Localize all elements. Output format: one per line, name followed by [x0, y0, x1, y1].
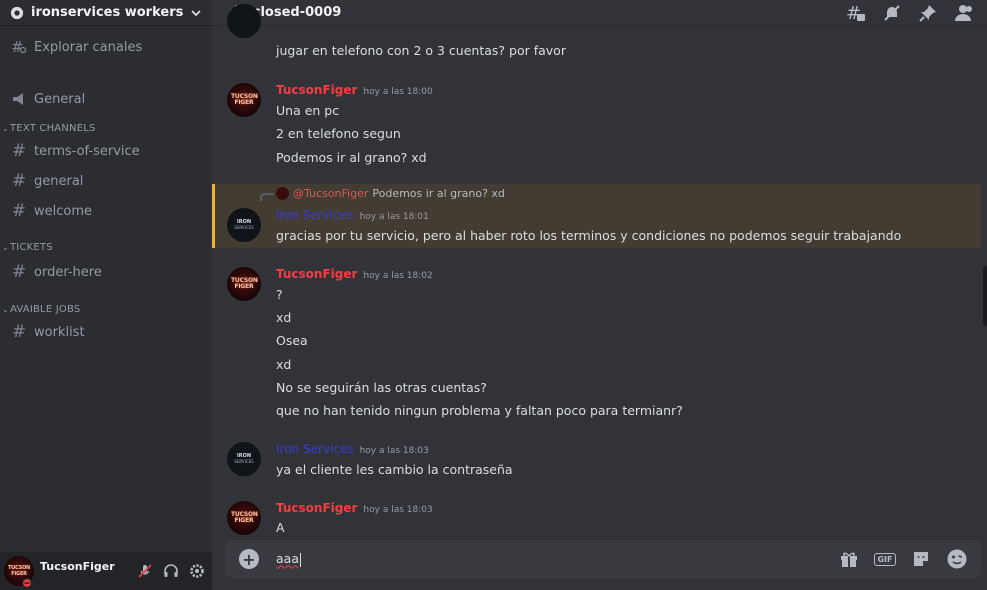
add-attachment-button[interactable]: +: [239, 549, 259, 569]
server-header[interactable]: ironservices workers: [0, 0, 212, 26]
hashtag-icon: #: [11, 140, 27, 161]
avatar: [227, 4, 261, 38]
user-panel: TUCSON FIGER TucsonFiger: [0, 552, 212, 590]
hashtag-search-icon: #: [11, 39, 27, 55]
category-tickets[interactable]: ⌄ TICKETS: [0, 237, 212, 257]
author-name[interactable]: Iron Services: [276, 442, 354, 456]
channel-welcome[interactable]: # welcome: [0, 198, 212, 224]
gear-icon: [10, 6, 24, 19]
category-label: TEXT CHANNELS: [10, 122, 96, 134]
members-icon[interactable]: [951, 0, 977, 26]
muted-mic-icon[interactable]: [134, 560, 156, 582]
explore-label: Explorar canales: [34, 39, 143, 55]
timestamp: hoy a las 18:03: [363, 505, 433, 515]
avatar[interactable]: IRON SERVICES: [227, 442, 261, 476]
channel-label: welcome: [34, 203, 93, 219]
server-name: ironservices workers: [31, 5, 184, 20]
avatar: [276, 187, 289, 200]
reply-reference[interactable]: @TucsonFiger Podemos ir al grano? xd: [276, 187, 505, 200]
scrollbar[interactable]: [981, 26, 987, 536]
message-text: ya el cliente les cambio la contraseña: [276, 462, 513, 477]
channel-general[interactable]: # general: [0, 168, 212, 194]
message-text: xd: [276, 310, 292, 325]
message-text: ?: [276, 287, 283, 302]
author-name[interactable]: TucsonFiger: [276, 501, 357, 515]
channel-label: order-here: [34, 264, 102, 280]
avatar[interactable]: TUCSON FIGER: [4, 556, 34, 588]
megaphone-icon: [11, 91, 27, 107]
channel-label: worklist: [34, 324, 85, 340]
sticker-icon[interactable]: [909, 547, 933, 571]
avatar[interactable]: TUCSON FIGER: [227, 501, 261, 535]
gif-icon[interactable]: GIF: [873, 547, 897, 571]
avatar[interactable]: TUCSON FIGER: [227, 267, 261, 301]
channel-worklist[interactable]: # worklist: [0, 319, 212, 345]
avatar[interactable]: IRON SERVICES: [227, 208, 261, 242]
category-label: TICKETS: [10, 241, 53, 253]
message-text: jugar en telefono con 2 o 3 cuentas? por…: [276, 43, 566, 58]
category-avaible-jobs[interactable]: ⌄ AVAIBLE JOBS: [0, 299, 212, 319]
message-text: que no han tenido ningun problema y falt…: [276, 403, 683, 418]
message-composer[interactable]: + aaa GIF: [225, 540, 981, 578]
explore-channels[interactable]: # Explorar canales: [0, 34, 212, 60]
settings-icon[interactable]: [186, 560, 208, 582]
gift-icon[interactable]: [837, 547, 861, 571]
avatar[interactable]: TUCSON FIGER: [227, 83, 261, 117]
message-text: Podemos ir al grano? xd: [276, 150, 427, 165]
chevron-down-icon: ⌄: [2, 304, 9, 314]
channel-sidebar: ironservices workers # Explorar canales …: [0, 0, 212, 590]
general-announcements[interactable]: General: [0, 86, 212, 112]
timestamp: hoy a las 18:02: [363, 271, 433, 281]
chevron-down-icon[interactable]: [190, 7, 202, 19]
author-name[interactable]: Iron Services: [276, 208, 354, 222]
hashtag-icon: #: [11, 170, 27, 191]
category-label: AVAIBLE JOBS: [10, 303, 81, 315]
channel-title: closed-0009: [252, 5, 342, 20]
dnd-status-icon: [22, 578, 32, 588]
pin-icon[interactable]: [915, 0, 941, 26]
message-text: xd: [276, 357, 292, 372]
channel-terms-of-service[interactable]: # terms-of-service: [0, 138, 212, 164]
general-label: General: [34, 91, 86, 107]
hashtag-icon: #: [11, 261, 27, 282]
channel-order-here[interactable]: # order-here: [0, 259, 212, 285]
chevron-down-icon: ⌄: [2, 123, 9, 133]
emoji-icon[interactable]: [945, 547, 969, 571]
message-text: A: [276, 520, 285, 535]
timestamp: hoy a las 18:03: [359, 446, 429, 456]
chat-area: # closed-0009 # jugar en telefono con 2 …: [212, 0, 987, 590]
message-text: gracias por tu servicio, pero al haber r…: [276, 228, 902, 243]
channel-label: general: [34, 173, 84, 189]
reply-text: Podemos ir al grano? xd: [372, 187, 505, 200]
channel-label: terms-of-service: [34, 143, 140, 159]
author-name[interactable]: TucsonFiger: [276, 267, 357, 281]
threads-icon[interactable]: #: [843, 0, 869, 26]
reply-connector: [260, 193, 274, 201]
category-text-channels[interactable]: ⌄ TEXT CHANNELS: [0, 118, 212, 138]
message-text: 2 en telefono segun: [276, 126, 401, 141]
timestamp: hoy a las 18:00: [363, 87, 433, 97]
message-text: No se seguirán las otras cuentas?: [276, 380, 487, 395]
author-name[interactable]: TucsonFiger: [276, 83, 357, 97]
timestamp: hoy a las 18:01: [359, 212, 429, 222]
message-text: Osea: [276, 333, 308, 348]
chevron-down-icon: ⌄: [2, 242, 9, 252]
hashtag-icon: #: [11, 200, 27, 221]
username: TucsonFiger: [40, 559, 115, 573]
message-text: Una en pc: [276, 103, 340, 118]
message-input[interactable]: aaa: [276, 551, 837, 567]
headphones-icon[interactable]: [160, 560, 182, 582]
hashtag-icon: #: [11, 321, 27, 342]
mute-bell-icon[interactable]: [879, 0, 905, 26]
reply-mention[interactable]: @TucsonFiger: [293, 187, 368, 200]
channel-header: # closed-0009 #: [212, 0, 987, 26]
